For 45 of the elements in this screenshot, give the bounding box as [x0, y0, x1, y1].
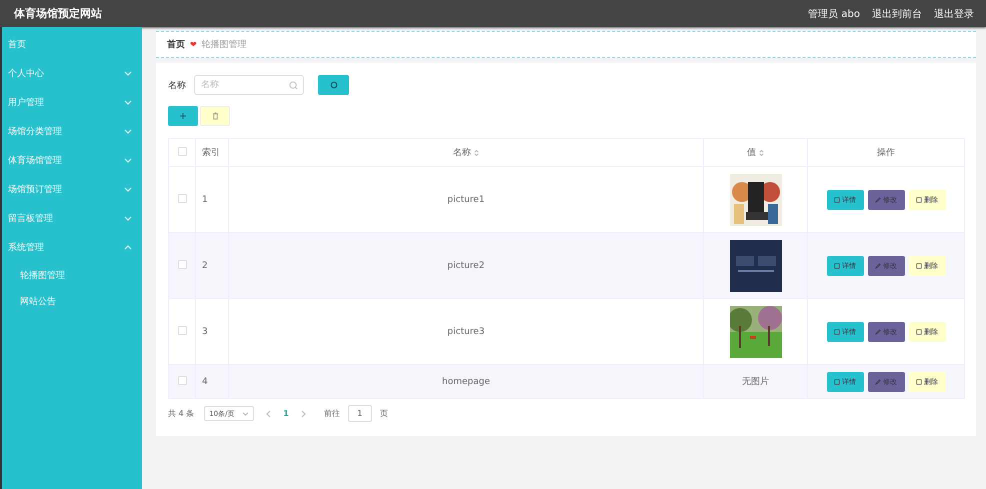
header-link[interactable]: 管理员 abo — [808, 6, 860, 20]
table-cell: 4 — [196, 364, 228, 398]
pen-icon — [875, 262, 881, 268]
header-link[interactable]: 退出登录 — [934, 6, 974, 20]
delete-button[interactable] — [200, 106, 230, 126]
column-header[interactable]: 值 — [747, 146, 756, 159]
checkbox[interactable] — [178, 376, 186, 384]
search-button[interactable] — [318, 75, 349, 95]
breadcrumb-link[interactable]: 首页 — [167, 38, 185, 51]
pen-icon — [875, 196, 881, 202]
sort-icon[interactable] — [474, 148, 479, 156]
header-link[interactable]: 退出到前台 — [872, 6, 922, 20]
plus-icon — [180, 113, 186, 119]
table-cell: picture2 — [228, 232, 704, 298]
checkbox[interactable] — [178, 326, 186, 334]
document-icon — [834, 262, 840, 268]
sort-icon[interactable] — [759, 148, 764, 156]
total-count: 共 4 条 — [168, 408, 194, 419]
table-cell: homepage — [228, 364, 704, 398]
checkbox[interactable] — [178, 146, 186, 156]
chevron-icon — [242, 412, 250, 416]
search-field[interactable]: 名称 — [194, 75, 304, 95]
search-icon — [289, 81, 298, 90]
document-icon — [834, 378, 840, 384]
pen-icon — [875, 328, 881, 334]
document-icon — [834, 196, 840, 202]
pen-icon — [875, 378, 881, 384]
column-header: 操作 — [808, 138, 964, 166]
goto-page-field[interactable]: 1 — [348, 405, 372, 422]
search-icon — [330, 81, 338, 89]
next-page-icon[interactable] — [300, 410, 306, 418]
add-button[interactable] — [168, 106, 198, 126]
site-title: 体育场馆预定网站 — [14, 6, 102, 21]
column-header: 索引 — [196, 138, 228, 166]
prev-page-icon[interactable] — [266, 410, 272, 418]
search-label: 名称 — [168, 80, 186, 92]
document-icon — [834, 328, 840, 334]
table-cell: 2 — [196, 232, 228, 298]
heart-separator: ❤ — [190, 40, 197, 49]
page-suffix: 页 — [380, 408, 388, 419]
goto-label: 前往 — [324, 408, 340, 419]
checkbox[interactable] — [178, 260, 186, 268]
table-cell: 无图片 — [742, 377, 769, 387]
column-header[interactable]: 名称 — [453, 146, 471, 159]
checkbox[interactable] — [178, 194, 186, 202]
